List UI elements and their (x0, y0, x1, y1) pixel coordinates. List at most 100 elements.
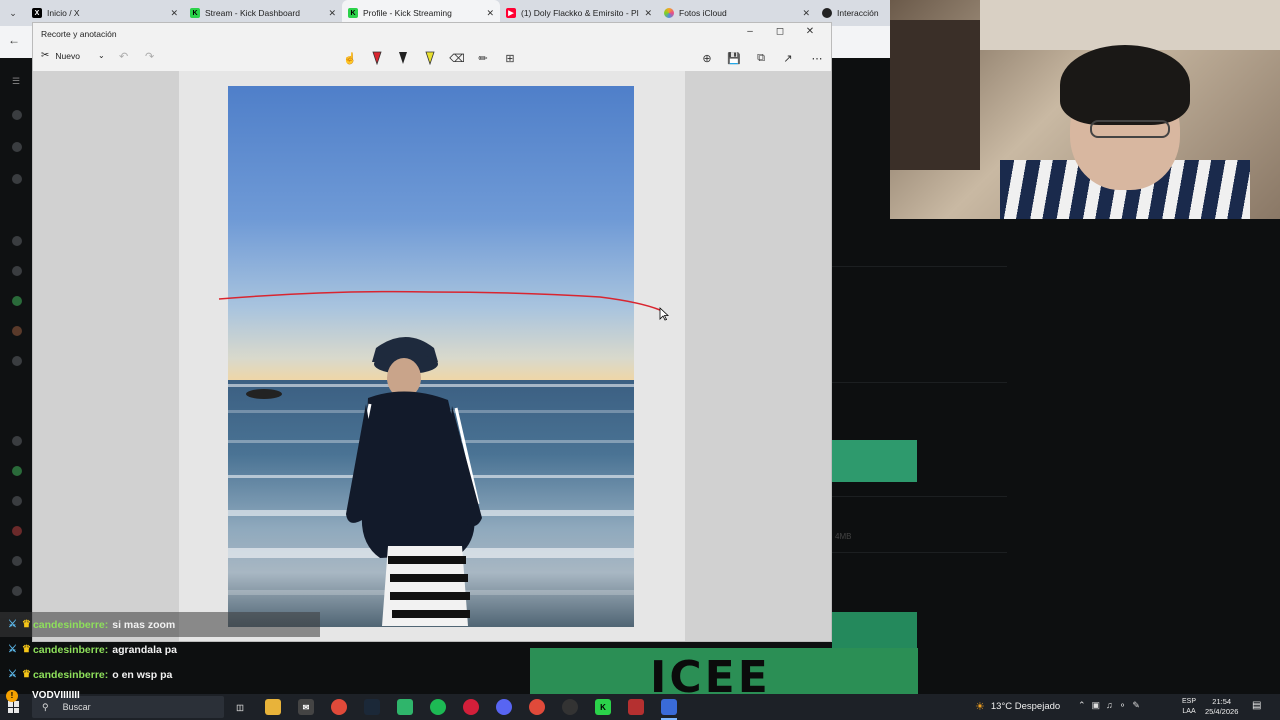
home-icon[interactable] (12, 110, 22, 120)
new-snip-button[interactable]: ✂ Nuevo ⌄ (41, 50, 105, 61)
kick-logo-icon[interactable]: K (595, 699, 611, 715)
channel-avatar[interactable] (12, 466, 22, 476)
redo-icon[interactable]: ↷ (145, 50, 154, 63)
tab-title: Stream - Kick Dashboard (205, 8, 300, 18)
system-tray-icons[interactable]: ⌃▣♫⚬✎ (1078, 700, 1146, 711)
canvas-margin (685, 71, 831, 641)
chat-message: ⚔ ♛ candesinberre: agrandala pa (0, 637, 320, 662)
chat-text: si mas zoom (112, 618, 176, 631)
chat-username: candesinberre: (32, 643, 109, 656)
chat-text: o en wsp pa (112, 668, 173, 681)
lang-line: LAA (1182, 708, 1196, 715)
window-controls: – ◻ ✕ (735, 26, 825, 37)
crown-badge-icon: ♛ (22, 669, 31, 680)
menu-icon[interactable]: ☰ (12, 76, 22, 86)
windows-start-icon[interactable] (8, 701, 20, 713)
sword-badge-icon: ⚔ (8, 644, 17, 655)
close-tab-icon[interactable]: ✕ (644, 8, 652, 19)
channel-avatar[interactable] (12, 356, 22, 366)
banner-text: ICEE (650, 652, 771, 694)
task-view-icon[interactable]: ◫ (232, 699, 248, 715)
snip-toolbar: ✂ Nuevo ⌄ ↶ ↷ ☝ ⌫ ✏ ⊞ ⊕ 💾 ⧉ ↗ ⋯ (33, 45, 831, 74)
search-icon: ⚲ (42, 701, 49, 712)
upload-thumbnail[interactable] (832, 440, 917, 482)
close-tab-icon[interactable]: ✕ (170, 8, 178, 19)
app-icon[interactable] (397, 699, 413, 715)
x-logo-icon: X (32, 8, 42, 18)
search-placeholder: Buscar (62, 702, 91, 712)
tab-title: (1) Doly Flackko & Emirsito - Pl (521, 8, 639, 18)
file-size-label: 4MB (835, 532, 852, 541)
steam-icon[interactable] (364, 699, 380, 715)
close-tab-icon[interactable]: ✕ (802, 8, 810, 19)
alert-icon: ! (6, 690, 18, 702)
close-tab-icon[interactable]: ✕ (486, 8, 494, 19)
input-language[interactable]: ESP LAA (1182, 697, 1196, 717)
youtube-icon: ▶ (506, 8, 516, 18)
sword-badge-icon: ⚔ (8, 619, 17, 630)
save-icon[interactable]: 💾 (725, 49, 743, 67)
weather-widget[interactable]: ☀ 13°C Despejado (975, 700, 1060, 713)
browse-icon[interactable] (12, 142, 22, 152)
snip-icon: ✂ (41, 50, 50, 61)
channel-avatar[interactable] (12, 586, 22, 596)
tab-list-chevron-icon[interactable]: ⌄ (0, 0, 26, 26)
crop-icon[interactable]: ⊞ (501, 49, 519, 67)
chrome-icon[interactable] (331, 699, 347, 715)
touch-writing-icon[interactable]: ☝ (341, 49, 359, 67)
chevron-down-icon[interactable]: ⌄ (98, 51, 105, 60)
mail-icon[interactable]: ✉ (298, 699, 314, 715)
chat-overlay: ⚔ ♛ candesinberre: si mas zoom ⚔ ♛ cande… (0, 612, 320, 687)
channel-avatar[interactable] (12, 236, 22, 246)
maximize-icon[interactable]: ◻ (765, 26, 795, 37)
new-snip-label: Nuevo (55, 50, 80, 61)
ruler-icon[interactable]: ✏ (474, 49, 492, 67)
app-icon[interactable] (562, 699, 578, 715)
channel-avatar[interactable] (12, 296, 22, 306)
zoom-icon[interactable]: ⊕ (698, 49, 716, 67)
channel-avatar[interactable] (12, 266, 22, 276)
channel-avatar[interactable] (12, 436, 22, 446)
webcam-overlay (890, 0, 1280, 219)
divider (832, 496, 1007, 497)
person-figure (246, 337, 482, 626)
ballpoint-pen-icon[interactable] (360, 49, 394, 74)
kick-logo-icon: K (190, 8, 200, 18)
canvas-margin (33, 71, 179, 641)
system-clock[interactable]: 21:54 25/4/2026 (1205, 697, 1238, 717)
close-icon[interactable]: ✕ (795, 26, 825, 37)
discord-icon[interactable] (496, 699, 512, 715)
opera-icon[interactable] (463, 699, 479, 715)
weather-text: 13°C Despejado (990, 701, 1061, 712)
window-title: Recorte y anotación (41, 29, 117, 39)
more-icon[interactable]: ⋯ (808, 49, 826, 67)
close-tab-icon[interactable]: ✕ (328, 8, 336, 19)
chrome-icon[interactable] (529, 699, 545, 715)
vod-text: VODVIIIIIII (32, 690, 80, 701)
app-icon[interactable] (628, 699, 644, 715)
snip-sketch-icon[interactable] (661, 699, 677, 715)
spotify-icon[interactable] (430, 699, 446, 715)
copy-icon[interactable]: ⧉ (752, 49, 770, 67)
tab-title: Fotos iCloud (679, 8, 727, 18)
eraser-icon[interactable]: ⌫ (448, 49, 466, 67)
file-explorer-icon[interactable] (265, 699, 281, 715)
kick-sidebar: ☰ (0, 58, 32, 618)
channel-avatar[interactable] (12, 526, 22, 536)
highlighter-icon[interactable] (421, 49, 439, 67)
back-arrow-icon[interactable]: ← (8, 33, 20, 47)
windows-taskbar: ⚲ Buscar ◫ ✉ K ☀ 13°C Despejado ⌃▣♫⚬✎ ES… (0, 694, 1280, 720)
following-icon[interactable] (12, 174, 22, 184)
channel-avatar[interactable] (12, 326, 22, 336)
pencil-icon[interactable] (394, 49, 412, 67)
github-icon (822, 8, 832, 18)
notification-icon[interactable]: ▤ (1252, 700, 1261, 711)
chat-username: candesinberre: (32, 668, 109, 681)
channel-avatar[interactable] (12, 556, 22, 566)
icloud-photos-icon (664, 8, 674, 18)
snipped-photo[interactable] (228, 86, 634, 627)
share-icon[interactable]: ↗ (779, 49, 797, 67)
undo-icon[interactable]: ↶ (119, 50, 128, 63)
channel-avatar[interactable] (12, 496, 22, 506)
minimize-icon[interactable]: – (735, 26, 765, 37)
